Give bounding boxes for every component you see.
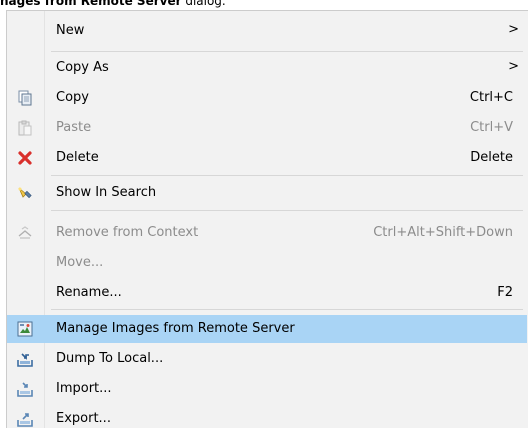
menu-item-new-label: New xyxy=(56,23,85,38)
menu-item-export-label: Export... xyxy=(56,411,111,426)
menu-item-paste-label: Paste xyxy=(56,120,92,135)
menu-item-copy-as-label: Copy As xyxy=(56,60,109,75)
dump-to-local-icon xyxy=(17,353,33,367)
menu-item-rename[interactable]: Rename... F2 xyxy=(7,279,527,307)
delete-icon xyxy=(18,151,32,165)
menu-item-delete-shortcut: Delete xyxy=(470,150,513,165)
menu-item-show-in-search[interactable]: Show In Search xyxy=(7,179,527,207)
menu-item-remove-from-context-label: Remove from Context xyxy=(56,225,199,240)
import-icon xyxy=(17,382,33,397)
caption-bold: nages from Remote Server xyxy=(0,0,182,8)
caption-rest: dialog. xyxy=(181,0,226,8)
menu-item-copy-shortcut: Ctrl+C xyxy=(469,90,513,105)
menu-item-remove-from-context[interactable]: Remove from Context Ctrl+Alt+Shift+Down xyxy=(7,219,527,247)
page: nages from Remote Server dialog. New > C… xyxy=(0,0,528,428)
menu-item-copy-as[interactable]: Copy As > xyxy=(7,54,527,82)
menu-item-rename-label: Rename... xyxy=(56,285,122,300)
menu-item-delete-label: Delete xyxy=(56,150,99,165)
copy-icon xyxy=(18,90,32,106)
menu-item-dump-to-local[interactable]: Dump To Local... xyxy=(7,345,527,373)
remove-context-icon xyxy=(18,226,32,239)
menu-item-manage-images[interactable]: Manage Images from Remote Server xyxy=(7,315,527,343)
paste-icon xyxy=(18,120,32,136)
menu-item-import-label: Import... xyxy=(56,381,112,396)
submenu-arrow-icon: > xyxy=(508,59,519,74)
submenu-arrow-icon: > xyxy=(508,22,519,37)
export-icon xyxy=(17,413,33,427)
dialog-caption: nages from Remote Server dialog. xyxy=(0,0,226,8)
menu-item-copy-label: Copy xyxy=(56,90,89,105)
menu-separator xyxy=(51,51,523,52)
menu-item-paste[interactable]: Paste Ctrl+V xyxy=(7,114,527,142)
menu-separator xyxy=(51,309,523,310)
menu-item-delete[interactable]: Delete Delete xyxy=(7,144,527,172)
menu-item-import[interactable]: Import... xyxy=(7,375,527,403)
menu-item-new[interactable]: New > xyxy=(7,17,527,45)
search-flashlight-icon xyxy=(18,187,32,199)
menu-separator xyxy=(51,175,523,176)
context-menu: New > Copy As > Copy Ctrl+C Paste Ctrl+V… xyxy=(6,10,528,428)
menu-item-manage-images-label: Manage Images from Remote Server xyxy=(56,321,295,336)
menu-item-dump-to-local-label: Dump To Local... xyxy=(56,351,164,366)
menu-item-move-label: Move... xyxy=(56,255,104,270)
menu-item-paste-shortcut: Ctrl+V xyxy=(470,120,513,135)
menu-item-show-in-search-label: Show In Search xyxy=(56,185,157,200)
menu-item-move[interactable]: Move... xyxy=(7,249,527,277)
menu-item-rename-shortcut: F2 xyxy=(497,285,513,300)
menu-item-export[interactable]: Export... xyxy=(7,405,527,428)
menu-separator xyxy=(51,210,523,211)
menu-item-copy[interactable]: Copy Ctrl+C xyxy=(7,84,527,112)
menu-item-remove-from-context-shortcut: Ctrl+Alt+Shift+Down xyxy=(373,225,513,240)
manage-images-icon xyxy=(17,321,33,337)
